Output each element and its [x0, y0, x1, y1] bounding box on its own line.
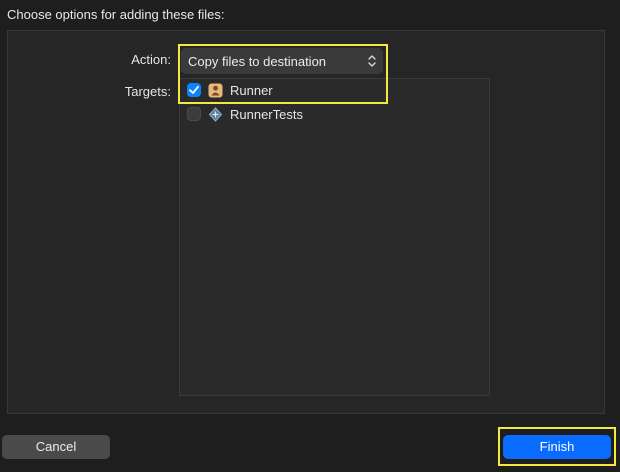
action-popup-value: Copy files to destination [188, 54, 327, 69]
runner-checkbox[interactable] [187, 83, 201, 97]
checkmark-icon [189, 85, 199, 94]
target-row-runner[interactable]: Runner [184, 80, 484, 102]
add-files-dialog: Choose options for adding these files: A… [0, 0, 620, 472]
app-target-icon [208, 83, 223, 98]
action-label: Action: [131, 52, 171, 67]
target-row-runnertests[interactable]: RunnerTests [184, 104, 484, 126]
targets-label: Targets: [124, 84, 171, 99]
dialog-title: Choose options for adding these files: [7, 7, 225, 22]
up-down-chevron-icon [368, 55, 376, 67]
runner-label: Runner [230, 83, 273, 98]
finish-button[interactable]: Finish [503, 435, 611, 459]
runnertests-label: RunnerTests [230, 107, 303, 122]
test-target-icon [208, 107, 223, 122]
runnertests-checkbox[interactable] [187, 107, 201, 121]
cancel-button[interactable]: Cancel [2, 435, 110, 459]
action-popup[interactable]: Copy files to destination [181, 48, 383, 74]
